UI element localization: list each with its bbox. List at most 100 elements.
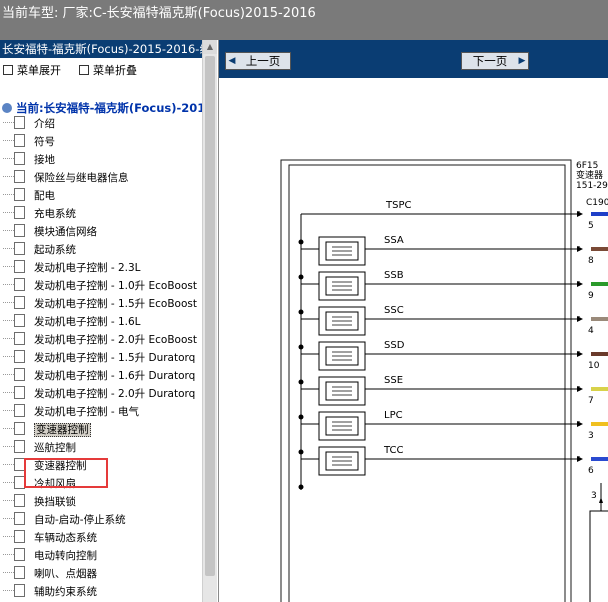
tree-item[interactable]: 辅助约束系统 — [3, 584, 97, 602]
tree-item-label: 辅助约束系统 — [34, 586, 97, 598]
document-icon — [3, 278, 25, 291]
component-label: 6F15 — [576, 161, 598, 171]
tree-item[interactable]: 符号 — [3, 134, 55, 152]
component-code: 151-29 — [576, 181, 608, 191]
tree-item-label: 发动机电子控制 - 1.5升 EcoBoost — [34, 298, 197, 310]
vehicle-title: 当前车型: 厂家:C-长安福特福克斯(Focus)2015-2016 — [2, 6, 316, 21]
pin-number: 10 — [588, 361, 600, 371]
document-icon — [3, 548, 25, 561]
tree-item-label: 发动机电子控制 - 1.6L — [34, 316, 141, 328]
component-name: 变速器 — [576, 169, 603, 181]
document-icon — [3, 386, 25, 399]
vertical-scrollbar[interactable]: ▲ — [202, 40, 217, 602]
tree-item-label: 配电 — [34, 190, 55, 202]
connector-arrow-icon — [577, 211, 583, 217]
junction-dot — [298, 239, 304, 245]
connector-arrow-icon — [577, 421, 583, 427]
circuit-label: SSC — [384, 305, 404, 316]
tree-item[interactable]: 发动机电子控制 - 电气 — [3, 404, 139, 422]
junction-dot — [298, 414, 304, 420]
tree-item[interactable]: 发动机电子控制 - 1.6L — [3, 314, 141, 332]
document-icon — [3, 584, 25, 597]
tree-item-label: 充电系统 — [34, 208, 76, 220]
junction-dot — [298, 449, 304, 455]
wire-color-swatch — [591, 422, 608, 426]
expand-menu-button[interactable]: 菜单展开 — [0, 62, 61, 78]
document-icon — [3, 512, 25, 525]
wire-color-swatch — [591, 352, 608, 356]
junction-dot — [298, 274, 304, 280]
tree-item-label: 保险丝与继电器信息 — [34, 172, 129, 184]
connector-arrow-icon — [577, 316, 583, 322]
wire-color-swatch — [591, 212, 608, 216]
lower-pin-label: 3 — [591, 491, 597, 501]
document-icon — [3, 116, 25, 129]
tree-item-label: 变速器控制 — [34, 423, 91, 437]
panel-heading: 长安福特-福克斯(Focus)-2015-2016-维 — [0, 40, 202, 58]
tree-item-label: 起动系统 — [34, 244, 76, 256]
scroll-up-icon[interactable]: ▲ — [203, 40, 217, 54]
connector-arrow-icon — [577, 351, 583, 357]
tree-item[interactable]: 发动机电子控制 - 2.3L — [3, 260, 141, 278]
tree-item-label: 巡航控制 — [34, 442, 76, 454]
tree-item[interactable]: 充电系统 — [3, 206, 76, 224]
document-icon — [3, 152, 25, 165]
tree-item[interactable]: 发动机电子控制 - 1.6升 Duratorq — [3, 368, 195, 386]
tree-item[interactable]: 自动-启动-停止系统 — [3, 512, 126, 530]
circuit-label: SSD — [384, 340, 405, 351]
tree-item[interactable]: 喇叭、点烟器 — [3, 566, 97, 584]
circuit-label: TCC — [383, 445, 404, 456]
tree-item[interactable]: 发动机电子控制 - 1.5升 Duratorq — [3, 350, 195, 368]
tree-item[interactable]: 巡航控制 — [3, 440, 76, 458]
document-icon — [3, 206, 25, 219]
tree-item[interactable]: 发动机电子控制 - 1.5升 EcoBoost — [3, 296, 197, 314]
next-page-button[interactable]: 下一页 ▶ — [461, 52, 529, 70]
tree-item[interactable]: 电动转向控制 — [3, 548, 97, 566]
document-icon — [3, 260, 25, 273]
car-icon — [2, 103, 12, 113]
tree-item[interactable]: 保险丝与继电器信息 — [3, 170, 129, 188]
tree-item-label: 换挡联锁 — [34, 496, 76, 508]
document-icon — [3, 350, 25, 363]
pin-number: 6 — [588, 466, 594, 476]
tree-item[interactable]: 接地 — [3, 152, 55, 170]
prev-page-button[interactable]: ◀ 上一页 — [225, 52, 291, 70]
tree-item[interactable]: 发动机电子控制 - 2.0升 EcoBoost — [3, 332, 197, 350]
tree-item[interactable]: 车辆动态系统 — [3, 530, 97, 548]
pin-number: 3 — [588, 431, 594, 441]
content-area: ◀ 上一页 下一页 ▶ 6F15 变速器 151-29 C190 TSPC 5 SS… — [219, 40, 608, 602]
tree-item[interactable]: 发动机电子控制 - 2.0升 Duratorq — [3, 386, 196, 404]
circuit-label: TSPC — [385, 200, 411, 211]
menu-controls: 菜单展开 菜单折叠 — [0, 62, 200, 78]
pin-number: 5 — [588, 221, 594, 231]
document-icon — [3, 530, 25, 543]
tree-item[interactable]: 介绍 — [3, 116, 55, 134]
junction-dot — [298, 344, 304, 350]
collapse-menu-button[interactable]: 菜单折叠 — [76, 62, 137, 78]
circuit-group: TSPC 5 SSA 8 SSB 9 SSC 4 SSD 10 SSE 7 LPC 3 TCC 6 — [298, 200, 608, 490]
tree-item[interactable]: 起动系统 — [3, 242, 76, 260]
tree-item-label: 喇叭、点烟器 — [34, 568, 97, 580]
lower-arrow-icon — [599, 497, 603, 503]
pin-number: 8 — [588, 256, 594, 266]
connector-label: C190 — [586, 198, 608, 208]
wire-color-swatch — [591, 282, 608, 286]
tree-item-label: 发动机电子控制 - 2.3L — [34, 262, 141, 274]
tree-item[interactable]: 配电 — [3, 188, 55, 206]
tree-item-label: 发动机电子控制 - 2.0升 Duratorq — [34, 388, 196, 400]
circuit-label: SSB — [384, 270, 404, 281]
tree-root-label: 当前:长安福特-福克斯(Focus)-2015 — [16, 101, 214, 115]
circuit-label: SSE — [384, 375, 403, 386]
document-icon — [3, 332, 25, 345]
document-icon — [3, 404, 25, 417]
tree-item-label: 自动-启动-停止系统 — [34, 514, 126, 526]
tree-root[interactable]: 当前:长安福特-福克斯(Focus)-2015 — [2, 100, 213, 116]
tree-item-label: 介绍 — [34, 118, 55, 130]
tree-item[interactable]: 模块通信网络 — [3, 224, 97, 242]
tree-item-label: 接地 — [34, 154, 55, 166]
tree-item[interactable]: 换挡联锁 — [3, 494, 76, 512]
tree-item[interactable]: 变速器控制 — [3, 422, 91, 440]
scroll-thumb[interactable] — [205, 56, 215, 576]
tree-item[interactable]: 发动机电子控制 - 1.0升 EcoBoost — [3, 278, 197, 296]
document-icon — [3, 134, 25, 147]
